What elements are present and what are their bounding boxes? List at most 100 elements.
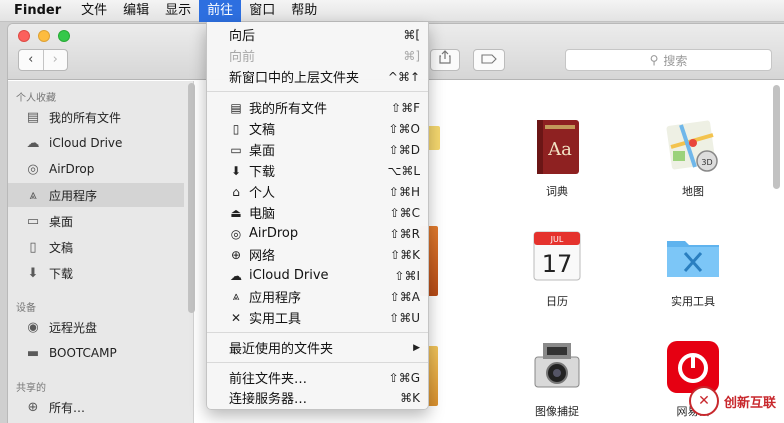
menu-item-computer[interactable]: ⏏ 电脑 ⇧⌘C [207, 202, 428, 223]
home-icon: ⌂ [232, 184, 240, 199]
menu-item-desktop[interactable]: ▭ 桌面 ⇧⌘D [207, 139, 428, 160]
tag-icon [481, 54, 497, 64]
menu-item-label: 电脑 [249, 207, 276, 222]
menu-item-shortcut: ⌘K [400, 390, 420, 405]
search-field[interactable]: ⚲ 搜索 [565, 49, 772, 71]
menu-item-downloads[interactable]: ⬇ 下载 ⌥⌘L [207, 160, 428, 181]
utilities-icon: ✕ [230, 310, 242, 325]
documents-icon: ▯ [29, 239, 37, 255]
airdrop-icon: ◎ [27, 161, 39, 177]
sidebar: 个人收藏 ▤ 我的所有文件 ☁ iCloud Drive ◎ AirDrop ⩓… [8, 81, 195, 423]
app-label: 地图 [682, 185, 704, 198]
menu-item-shortcut: ⌘] [403, 48, 420, 63]
image-capture-icon [527, 337, 587, 397]
menu-item-shortcut: ⌥⌘L [387, 163, 420, 178]
sidebar-item-all-files[interactable]: ▤ 我的所有文件 [8, 105, 184, 129]
sidebar-item-label: 桌面 [49, 214, 74, 229]
menu-help[interactable]: 帮助 [283, 0, 325, 22]
airdrop-icon: ◎ [230, 226, 242, 241]
sidebar-item-label: AirDrop [49, 162, 95, 176]
menu-view[interactable]: 显示 [157, 0, 199, 22]
menu-item-label: 我的所有文件 [249, 102, 328, 117]
sidebar-item-airdrop[interactable]: ◎ AirDrop [8, 157, 184, 181]
menu-item-label: 个人 [249, 186, 276, 201]
menu-item-label: 最近使用的文件夹 [229, 342, 334, 357]
app-utilities[interactable]: 实用工具 [643, 227, 743, 309]
menu-item-shortcut: ⌘[ [403, 27, 420, 42]
menu-item-shortcut: ⇧⌘D [388, 142, 420, 157]
all-files-icon: ▤ [26, 109, 40, 125]
menu-go[interactable]: 前往 [199, 0, 242, 22]
sidebar-scrollbar[interactable] [188, 83, 195, 313]
menu-item-home[interactable]: ⌂ 个人 ⇧⌘H [207, 181, 428, 202]
maps-icon: 3D [663, 117, 723, 177]
sidebar-item-applications[interactable]: ⩓ 应用程序 [8, 183, 184, 207]
content-scrollbar[interactable] [773, 85, 780, 189]
sidebar-item-icloud[interactable]: ☁ iCloud Drive [8, 131, 184, 155]
menu-item-applications[interactable]: ⩓ 应用程序 ⇧⌘A [207, 286, 428, 307]
menu-item-icloud[interactable]: ☁ iCloud Drive ⇧⌘I [207, 265, 428, 286]
tag-button[interactable] [473, 49, 505, 71]
app-calendar[interactable]: JUL 17 日历 [507, 227, 607, 309]
sidebar-item-downloads[interactable]: ⬇ 下载 [8, 261, 184, 285]
menu-file[interactable]: 文件 [73, 0, 115, 22]
menu-item-go-to-folder[interactable]: 前往文件夹… ⇧⌘G [207, 367, 428, 388]
menu-item-label: 应用程序 [249, 291, 302, 306]
menu-edit[interactable]: 编辑 [115, 0, 157, 22]
menu-item-back[interactable]: 向后 ⌘[ [207, 24, 428, 45]
back-button[interactable]: ‹ [19, 50, 43, 70]
desktop-icon: ▭ [230, 142, 242, 157]
menu-item-label: 网络 [249, 249, 276, 264]
minimize-button[interactable] [38, 30, 50, 42]
app-label: 图像捕捉 [535, 405, 579, 418]
menu-item-enclosing-folder[interactable]: 新窗口中的上层文件夹 ^⌘↑ [207, 66, 428, 87]
menu-item-label: 连接服务器… [229, 392, 308, 407]
menu-item-network[interactable]: ⊕ 网络 ⇧⌘K [207, 244, 428, 265]
menu-item-shortcut: ⇧⌘U [389, 310, 420, 325]
sidebar-item-label: 远程光盘 [49, 320, 98, 335]
menu-separator [207, 91, 428, 92]
menu-item-label: 桌面 [249, 144, 276, 159]
sidebar-item-bootcamp[interactable]: ▬ BOOTCAMP [8, 341, 184, 365]
menu-item-forward: 向前 ⌘] [207, 45, 428, 66]
menu-item-shortcut: ⇧⌘A [389, 289, 420, 304]
menu-item-shortcut: ⇧⌘K [390, 247, 420, 262]
menu-item-documents[interactable]: ▯ 文稿 ⇧⌘O [207, 118, 428, 139]
sidebar-item-remote-disc[interactable]: ◉ 远程光盘 [8, 315, 184, 339]
utilities-folder-icon [663, 227, 723, 287]
menu-finder[interactable]: Finder [0, 0, 73, 22]
sidebar-item-all-shared[interactable]: ⊕ 所有… [8, 395, 184, 419]
app-dictionary[interactable]: Aa 词典 [507, 117, 607, 199]
menu-window[interactable]: 窗口 [241, 0, 283, 22]
menu-bar: Finder 文件 编辑 显示 前往 窗口 帮助 [0, 0, 784, 22]
close-button[interactable] [18, 30, 30, 42]
app-maps[interactable]: 3D 地图 [643, 117, 743, 199]
menu-item-label: 文稿 [249, 123, 276, 138]
app-label: 词典 [546, 185, 568, 198]
go-menu: 向后 ⌘[ 向前 ⌘] 新窗口中的上层文件夹 ^⌘↑ ▤ 我的所有文件 ⇧⌘F … [206, 22, 429, 410]
network-icon: ⊕ [230, 247, 242, 262]
submenu-arrow-icon: ▶ [413, 342, 420, 353]
app-image-capture[interactable]: 图像捕捉 [507, 337, 607, 419]
sidebar-item-documents[interactable]: ▯ 文稿 [8, 235, 184, 259]
menu-item-recent-folders[interactable]: 最近使用的文件夹 ▶ [207, 337, 428, 358]
menu-item-utilities[interactable]: ✕ 实用工具 ⇧⌘U [207, 307, 428, 328]
menu-item-all-files[interactable]: ▤ 我的所有文件 ⇧⌘F [207, 97, 428, 118]
menu-item-shortcut: ⇧⌘C [389, 205, 420, 220]
menu-item-airdrop[interactable]: ◎ AirDrop ⇧⌘R [207, 223, 428, 244]
sidebar-section-devices: 设备 [16, 303, 36, 314]
menu-item-shortcut: ⇧⌘F [391, 100, 420, 115]
calendar-day: 17 [542, 250, 573, 278]
applications-icon: ⩓ [29, 187, 37, 203]
dictionary-icon: Aa [527, 117, 587, 177]
menu-item-label: 前往文件夹… [229, 372, 308, 387]
menu-item-connect-server[interactable]: 连接服务器… ⌘K [207, 387, 428, 408]
sidebar-section-favorites: 个人收藏 [16, 93, 56, 104]
forward-button[interactable]: › [42, 50, 68, 70]
nav-buttons: ‹ › [18, 49, 68, 71]
share-button[interactable] [430, 49, 460, 71]
all-files-icon: ▤ [230, 100, 242, 115]
zoom-button[interactable] [58, 30, 70, 42]
sidebar-item-label: 我的所有文件 [49, 110, 122, 125]
sidebar-item-desktop[interactable]: ▭ 桌面 [8, 209, 184, 233]
